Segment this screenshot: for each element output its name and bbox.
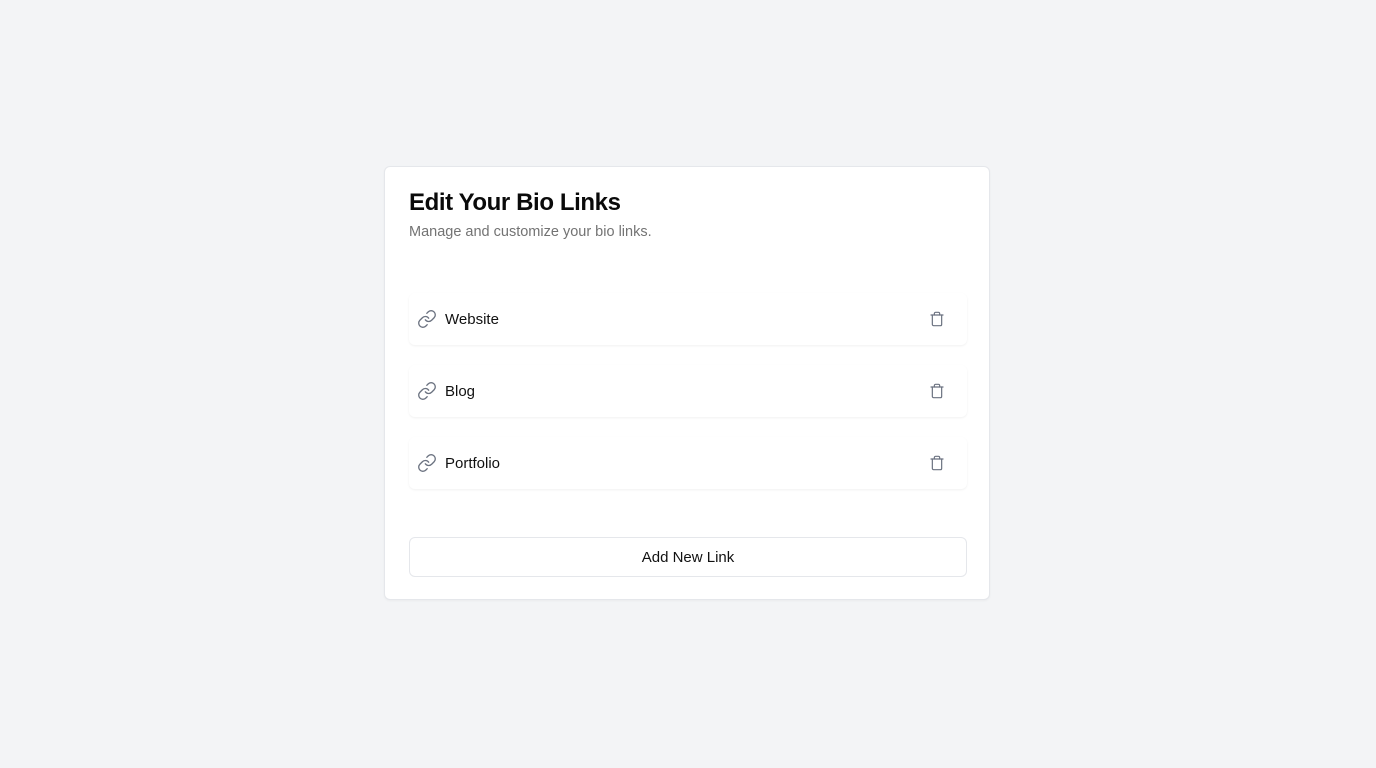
link-item-website[interactable]: Website <box>409 293 967 345</box>
page-title: Edit Your Bio Links <box>409 189 621 216</box>
trash-icon <box>930 311 944 327</box>
link-icon <box>417 453 437 473</box>
bio-links-card: Edit Your Bio Links Manage and customize… <box>384 166 990 600</box>
link-icon <box>417 381 437 401</box>
delete-blog-button[interactable] <box>925 379 949 403</box>
page-subtitle: Manage and customize your bio links. <box>409 224 652 240</box>
delete-website-button[interactable] <box>925 307 949 331</box>
link-label: Blog <box>445 382 476 400</box>
trash-icon <box>930 455 944 471</box>
delete-portfolio-button[interactable] <box>925 451 949 475</box>
trash-icon <box>930 383 944 399</box>
add-new-link-button[interactable]: Add New Link <box>409 537 967 577</box>
link-list: Website Blog Portfolio <box>409 293 967 509</box>
link-label: Website <box>445 310 499 328</box>
link-item-blog[interactable]: Blog <box>409 365 967 417</box>
link-item-portfolio[interactable]: Portfolio <box>409 437 967 489</box>
link-icon <box>417 309 437 329</box>
link-label: Portfolio <box>445 454 501 472</box>
